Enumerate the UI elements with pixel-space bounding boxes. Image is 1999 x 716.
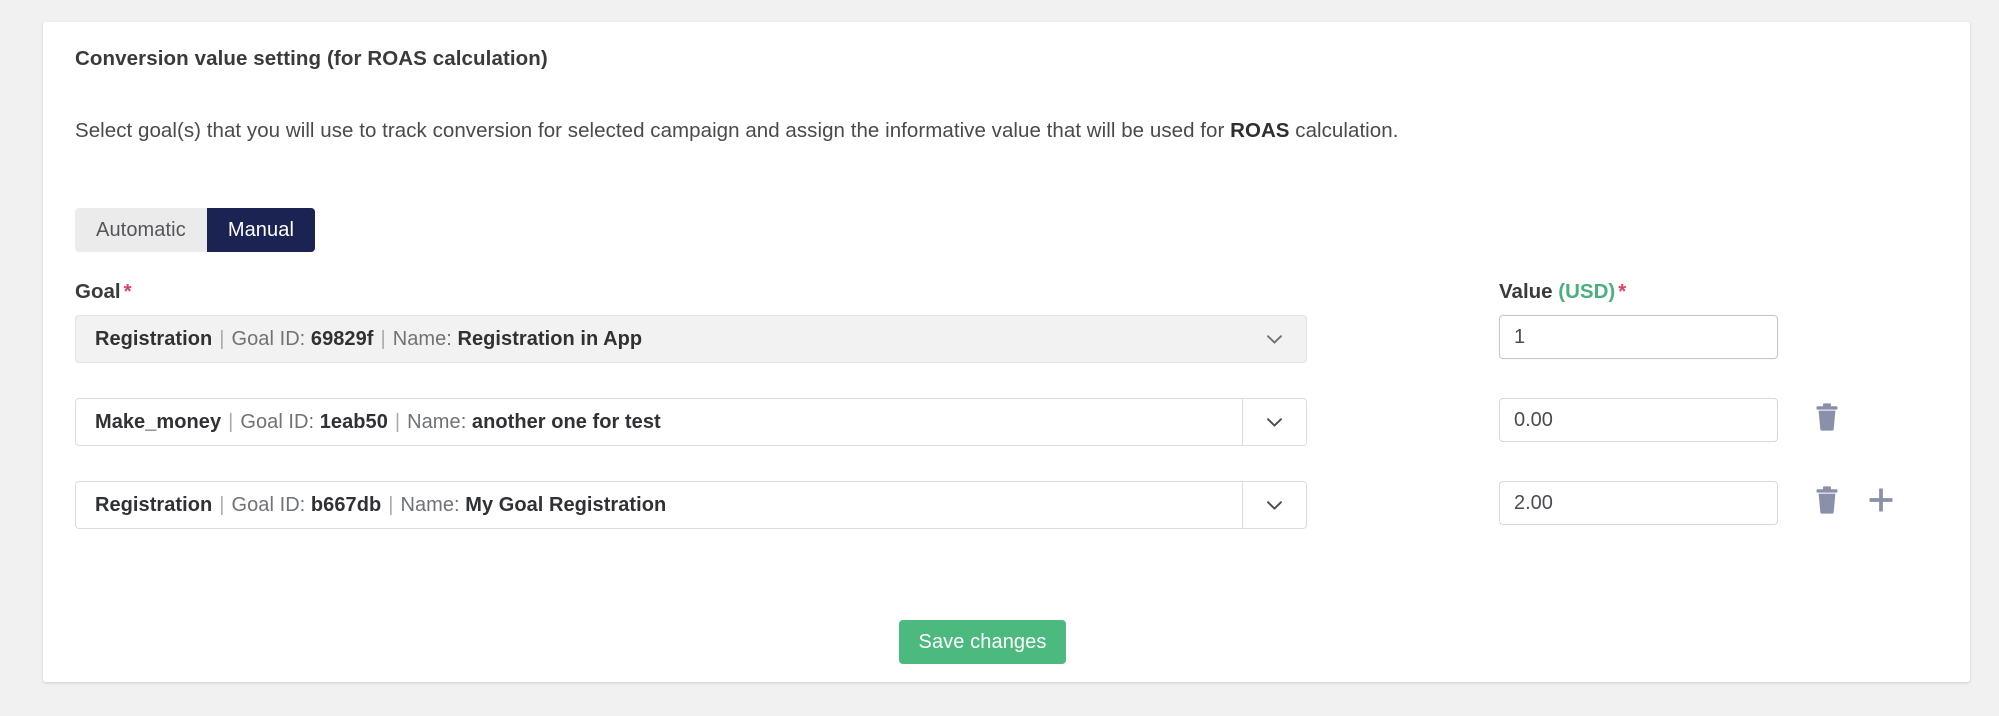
goal-2-name: another one for test xyxy=(471,410,661,433)
goal-1-separator-1: | xyxy=(219,327,225,350)
goal-1-type: Registration xyxy=(95,327,213,350)
value-required-asterisk: * xyxy=(1618,280,1627,303)
value-label-text: Value xyxy=(1499,280,1553,303)
goal-1-id-label: Goal ID: xyxy=(231,327,306,350)
goal-required-asterisk: * xyxy=(123,280,132,303)
page-background: Conversion value setting (for ROAS calcu… xyxy=(0,0,1999,716)
goal-select-1[interactable]: Registration | Goal ID: 69829f | Name: Regis… xyxy=(75,315,1307,363)
value-column-label: Value (USD) * xyxy=(1499,280,1626,304)
description-roas-emphasis: ROAS xyxy=(1230,119,1290,142)
goal-1-separator-2: | xyxy=(380,327,386,350)
goal-2-separator-1: | xyxy=(228,410,234,433)
goal-select-2-text: Make_money | Goal ID: 1eab50 | Name: another… xyxy=(76,399,1242,445)
conversion-value-setting-card: Conversion value setting (for ROAS calcu… xyxy=(43,22,1970,682)
description-text-before: Select goal(s) that you will use to trac… xyxy=(75,119,1231,142)
goal-2-name-label: Name: xyxy=(407,410,467,433)
goal-3-id-label: Goal ID: xyxy=(231,493,306,516)
add-goal-row-button[interactable] xyxy=(1863,483,1899,521)
goal-column-label: Goal * xyxy=(75,280,132,304)
goal-select-3[interactable]: Registration | Goal ID: b667db | Name: My Go… xyxy=(75,481,1307,529)
value-input-2[interactable] xyxy=(1499,398,1778,442)
goal-select-2-chevron-container[interactable] xyxy=(1242,399,1306,445)
goal-3-separator-2: | xyxy=(388,493,394,516)
trash-icon xyxy=(1814,485,1840,520)
goal-3-id: b667db xyxy=(310,493,382,516)
goal-select-1-text: Registration | Goal ID: 69829f | Name: Regis… xyxy=(76,316,1242,362)
delete-goal-row-2-button[interactable] xyxy=(1810,400,1844,438)
goal-3-separator-1: | xyxy=(219,493,225,516)
value-input-1[interactable] xyxy=(1499,315,1778,359)
goal-2-id-label: Goal ID: xyxy=(240,410,315,433)
card-title: Conversion value setting (for ROAS calcu… xyxy=(75,47,548,70)
goal-2-id: 1eab50 xyxy=(319,410,388,433)
goal-select-3-text: Registration | Goal ID: b667db | Name: My Go… xyxy=(76,482,1242,528)
goal-3-name-label: Name: xyxy=(400,493,460,516)
value-currency-text: (USD) xyxy=(1558,280,1616,303)
goal-3-type: Registration xyxy=(95,493,213,516)
goal-2-separator-2: | xyxy=(394,410,401,433)
chevron-down-icon xyxy=(1266,334,1282,344)
goal-2-type: Make_money xyxy=(95,410,222,433)
mode-toggle-group[interactable]: Automatic Manual xyxy=(75,208,316,252)
description-text-after: calculation. xyxy=(1289,119,1399,142)
goal-select-1-chevron-container[interactable] xyxy=(1242,316,1306,362)
toggle-automatic-button[interactable]: Automatic xyxy=(75,208,207,252)
goal-1-id: 69829f xyxy=(310,327,374,350)
delete-goal-row-3-button[interactable] xyxy=(1810,483,1844,521)
goal-1-name: Registration in App xyxy=(457,327,643,350)
card-description: Select goal(s) that you will use to trac… xyxy=(75,119,1398,143)
goal-1-name-label: Name: xyxy=(392,327,452,350)
value-input-3[interactable] xyxy=(1499,481,1778,525)
goal-select-3-chevron-container[interactable] xyxy=(1242,482,1306,528)
goal-3-name: My Goal Registration xyxy=(465,493,667,516)
toggle-manual-button[interactable]: Manual xyxy=(206,208,316,252)
chevron-down-icon xyxy=(1267,417,1282,427)
chevron-down-icon xyxy=(1267,500,1282,510)
plus-icon xyxy=(1867,486,1895,519)
save-changes-button[interactable]: Save changes xyxy=(899,620,1066,664)
trash-icon xyxy=(1814,402,1840,437)
goal-label-text: Goal xyxy=(75,280,121,303)
goal-select-2[interactable]: Make_money | Goal ID: 1eab50 | Name: another… xyxy=(75,398,1307,446)
